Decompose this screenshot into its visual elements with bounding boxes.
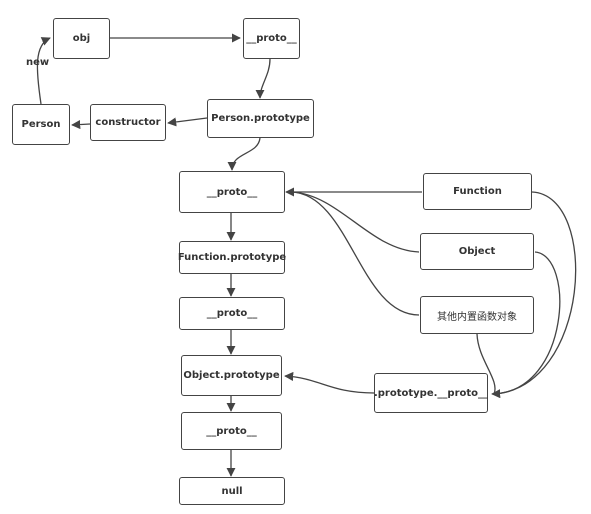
edge-person-prototype-to-constructor	[167, 117, 208, 127]
edge-object-to-proto-fn	[291, 191, 420, 253]
node-function-prototype: Function.prototype	[178, 241, 286, 274]
node-obj: obj	[53, 18, 110, 59]
node-object: Object	[420, 233, 534, 270]
edge-function-to-prototype-proto	[491, 191, 577, 399]
node-prototype-proto: .prototype.__proto__	[374, 373, 488, 413]
edge-prototype-proto-to-object-prototype	[284, 371, 375, 394]
edge-builtin-to-proto-fn	[291, 191, 420, 316]
prototype-chain-diagram: new obj __proto__ Person constructor Per…	[0, 0, 591, 514]
edge-person-to-obj	[36, 37, 51, 105]
node-function: Function	[423, 173, 532, 210]
edge-proto-to-person-prototype	[255, 58, 271, 99]
node-proto-mid: __proto__	[179, 297, 285, 330]
node-proto-top: __proto__	[243, 18, 300, 59]
node-constructor: constructor	[90, 104, 166, 141]
node-builtin-functions: 其他内置函数对象	[420, 296, 534, 334]
node-person-prototype: Person.prototype	[207, 99, 314, 138]
edge-label-new: new	[26, 57, 50, 68]
node-object-prototype: Object.prototype	[181, 355, 282, 396]
node-proto-bottom: __proto__	[181, 412, 282, 450]
node-proto-fn: __proto__	[179, 171, 285, 213]
node-null: null	[179, 477, 285, 505]
edge-constructor-to-person	[71, 120, 91, 130]
edge-person-prototype-to-proto-fn	[227, 137, 261, 171]
node-person: Person	[12, 104, 70, 145]
